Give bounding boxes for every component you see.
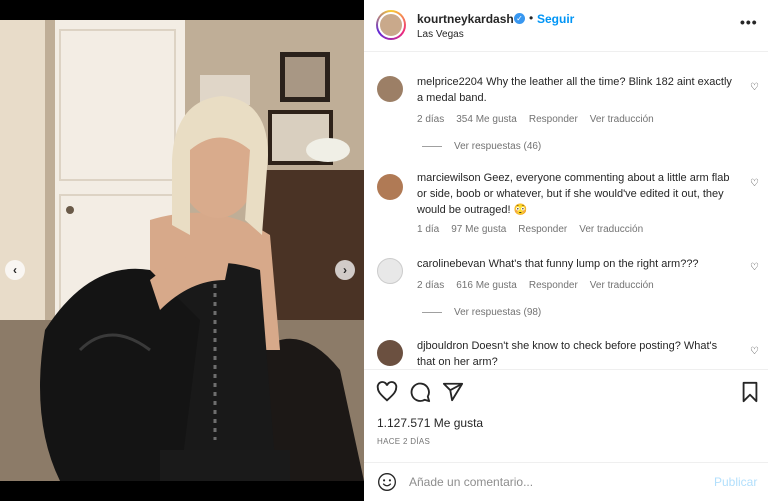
comment-username[interactable]: melprice2204 — [417, 76, 483, 88]
carousel-next-button[interactable]: › — [335, 260, 355, 280]
comment-translate-button[interactable]: Ver traducción — [590, 114, 654, 125]
comment-likes[interactable]: 97 Me gusta — [451, 224, 506, 235]
post-timestamp: HACE 2 DÍAS — [377, 437, 431, 446]
comment-reply-button[interactable]: Responder — [518, 224, 567, 235]
share-icon[interactable] — [442, 381, 464, 403]
commenter-avatar[interactable] — [377, 258, 403, 284]
comment-reply-button[interactable]: Responder — [529, 114, 578, 125]
comment-time: 2 días — [417, 280, 445, 291]
comment-meta: 2 días 354 Me gusta Responder Ver traduc… — [417, 114, 666, 125]
comment-body: melprice2204 Why the leather all the tim… — [417, 74, 737, 106]
comment-body: marciewilson Geez, everyone commenting a… — [417, 170, 737, 218]
separator-dot: • — [529, 11, 534, 25]
chevron-left-icon: ‹ — [13, 263, 17, 277]
comment-likes[interactable]: 354 Me gusta — [456, 114, 517, 125]
instagram-post-modal: ‹ › kourtneykardash ✓ • Seguir Las Vegas… — [0, 0, 768, 501]
comment-input[interactable] — [409, 473, 709, 491]
like-comment-heart-icon[interactable]: ♡ — [750, 346, 759, 357]
more-options-icon[interactable]: ••• — [740, 14, 758, 30]
comment-meta: 1 día 97 Me gusta Responder Ver traducci… — [417, 224, 655, 235]
author-avatar[interactable] — [376, 10, 406, 40]
comments-list[interactable]: melprice2204 Why the leather all the tim… — [364, 60, 768, 368]
comment-likes[interactable]: 616 Me gusta — [456, 280, 517, 291]
top-letterbox — [0, 0, 364, 20]
bottom-letterbox — [0, 481, 364, 501]
emoji-icon[interactable] — [377, 472, 397, 492]
post-photo[interactable]: ‹ › — [0, 20, 364, 481]
comment-meta: 2 días 616 Me gusta Responder Ver traduc… — [417, 280, 666, 291]
post-location[interactable]: Las Vegas — [417, 29, 464, 40]
commenter-avatar[interactable] — [377, 340, 403, 366]
commenter-avatar[interactable] — [377, 76, 403, 102]
comment-time: 2 días — [417, 114, 445, 125]
comment-translate-button[interactable]: Ver traducción — [579, 224, 643, 235]
publish-button[interactable]: Publicar — [714, 475, 757, 489]
comment-time: 1 día — [417, 224, 440, 235]
bookmark-icon[interactable] — [739, 381, 761, 403]
view-replies-button[interactable]: Ver respuestas (46) — [422, 141, 541, 152]
comment-reply-button[interactable]: Responder — [529, 280, 578, 291]
comment-composer: Publicar — [364, 462, 768, 501]
comment-text: What's that funny lump on the right arm?… — [488, 258, 699, 270]
verified-badge-icon: ✓ — [514, 13, 525, 24]
comment-username[interactable]: marciewilson — [417, 172, 481, 184]
commenter-avatar[interactable] — [377, 174, 403, 200]
like-comment-heart-icon[interactable]: ♡ — [750, 262, 759, 273]
post-header: kourtneykardash ✓ • Seguir Las Vegas ••• — [364, 0, 768, 52]
post-side-panel: kourtneykardash ✓ • Seguir Las Vegas •••… — [364, 0, 768, 501]
like-comment-heart-icon[interactable]: ♡ — [750, 178, 759, 189]
carousel-prev-button[interactable]: ‹ — [5, 260, 25, 280]
heart-icon[interactable] — [376, 381, 398, 403]
like-comment-heart-icon[interactable]: ♡ — [750, 82, 759, 93]
photo-illustration — [0, 20, 364, 481]
chevron-right-icon: › — [343, 263, 347, 277]
comment-body: djbouldron Doesn't she know to check bef… — [417, 338, 737, 368]
view-replies-button[interactable]: Ver respuestas (98) — [422, 307, 541, 318]
comment-translate-button[interactable]: Ver traducción — [590, 280, 654, 291]
comment-username[interactable]: djbouldron — [417, 340, 468, 352]
post-actions: 1.127.571 Me gusta HACE 2 DÍAS — [364, 369, 768, 459]
author-username[interactable]: kourtneykardash — [417, 12, 514, 26]
comment-body: carolinebevan What's that funny lump on … — [417, 256, 737, 272]
follow-button[interactable]: Seguir — [537, 12, 574, 26]
comment-username[interactable]: carolinebevan — [417, 258, 486, 270]
comment-icon[interactable] — [409, 381, 431, 403]
likes-count[interactable]: 1.127.571 Me gusta — [377, 416, 483, 430]
